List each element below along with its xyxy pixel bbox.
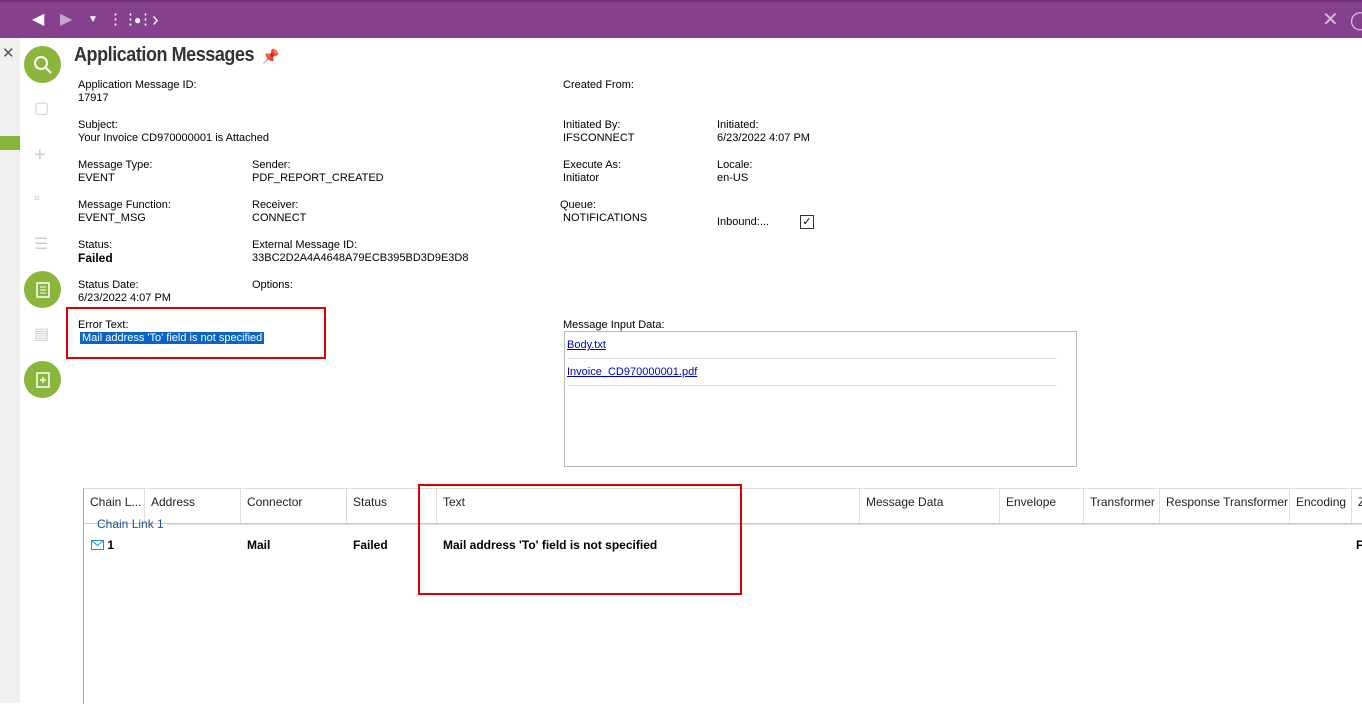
message-function-value: EVENT_MSG	[78, 212, 146, 224]
column-header[interactable]: Connector	[241, 489, 347, 523]
attachment-icon[interactable]: ▤	[34, 324, 49, 344]
connector-cell: Mail	[247, 538, 271, 552]
document-list-icon	[35, 281, 50, 298]
initiated-by-label: Initiated By:	[563, 119, 621, 131]
page-title: Application Messages	[74, 44, 255, 66]
table-row[interactable]: 1	[91, 538, 114, 552]
chevron-right-icon[interactable]: ›	[152, 2, 159, 38]
message-input-list: Body.txt Invoice_CD970000001.pdf	[564, 331, 1077, 467]
close-panel-icon[interactable]: ✕	[2, 44, 15, 62]
execute-as-label: Execute As:	[563, 159, 622, 171]
message-type-label: Message Type:	[78, 159, 153, 171]
add-document-icon	[35, 371, 50, 388]
status-cell: Failed	[353, 538, 388, 552]
arrow-left-icon[interactable]: ◀	[32, 2, 44, 38]
message-input-label: Message Input Data:	[563, 319, 665, 331]
group-label[interactable]: Chain Link 1	[97, 517, 164, 531]
receiver-value: CONNECT	[252, 212, 307, 224]
subject-label: Subject:	[78, 119, 118, 131]
app-msg-id-value: 17917	[78, 92, 109, 104]
list-icon[interactable]: ☰	[34, 234, 48, 254]
search-icon	[33, 55, 52, 74]
status-date-value: 6/23/2022 4:07 PM	[78, 292, 171, 304]
check-icon: ✓	[802, 216, 812, 228]
message-function-label: Message Function:	[78, 199, 171, 211]
sender-label: Sender:	[252, 159, 291, 171]
column-header[interactable]: Envelope	[1000, 489, 1084, 523]
delete-icon[interactable]: ▫	[34, 190, 40, 208]
initiated-label: Initiated:	[717, 119, 759, 131]
file-row[interactable]: Invoice_CD970000001.pdf	[567, 359, 1057, 386]
execute-as-value: Initiator	[563, 172, 600, 184]
arrow-right-icon[interactable]: ▶	[60, 2, 72, 38]
strip-indicator	[0, 136, 20, 150]
queue-label: Queue:	[560, 199, 597, 211]
group-divider	[167, 524, 1362, 525]
status-date-label: Status Date:	[78, 279, 139, 291]
queue-value: NOTIFICATIONS	[563, 212, 648, 224]
column-header[interactable]: Response Transformer	[1160, 489, 1290, 523]
initiated-by-value: IFSCONNECT	[563, 132, 635, 144]
column-header[interactable]: Transformer	[1084, 489, 1160, 523]
file-row[interactable]: Body.txt	[567, 332, 1057, 359]
grid-icon[interactable]: ⋮⋮⋮	[108, 2, 153, 38]
options-label: Options:	[252, 279, 293, 291]
app-msg-id-label: Application Message ID:	[78, 79, 197, 91]
highlight-box-error	[66, 307, 326, 359]
external-msg-id-label: External Message ID:	[252, 239, 358, 251]
file-link[interactable]: Body.txt	[567, 339, 606, 351]
external-msg-id-value: 33BC2D2A4A4648A79ECB395BD3D9E3D8	[252, 252, 469, 264]
inbound-checkbox[interactable]: ✓	[800, 215, 814, 229]
chain-link-cell: 1	[107, 538, 115, 552]
pin-icon[interactable]: 📌	[262, 48, 279, 65]
dot-icon[interactable]: ●	[134, 2, 141, 38]
sender-value: PDF_REPORT_CREATED	[252, 172, 384, 184]
highlight-box-text	[418, 484, 742, 595]
caret-down-icon[interactable]: ▼	[88, 2, 98, 38]
details-button[interactable]	[24, 271, 61, 308]
message-type-value: EVENT	[78, 172, 115, 184]
column-header[interactable]: Message Data	[860, 489, 1000, 523]
trailing-cell: F	[1356, 538, 1362, 552]
subject-value: Your Invoice CD970000001 is Attached	[78, 132, 270, 144]
new-button[interactable]	[24, 361, 61, 398]
add-icon[interactable]: +	[34, 144, 46, 167]
top-navigation-bar: ◀ ▶ ▼ ⋮⋮⋮ ● › ✕ ◯	[0, 0, 1362, 38]
mail-icon	[91, 540, 104, 550]
inbound-label: Inbound:...	[717, 216, 769, 228]
file-link[interactable]: Invoice_CD970000001.pdf	[567, 366, 697, 378]
form-icon[interactable]: ▢	[34, 98, 49, 118]
search-button[interactable]	[24, 46, 61, 83]
receiver-label: Receiver:	[252, 199, 299, 211]
search-partial-icon[interactable]: ◯	[1350, 2, 1362, 38]
created-from-label: Created From:	[563, 79, 634, 91]
initiated-value: 6/23/2022 4:07 PM	[717, 132, 810, 144]
status-label: Status:	[78, 239, 113, 251]
column-header[interactable]: Encoding	[1290, 489, 1352, 523]
close-icon[interactable]: ✕	[1322, 2, 1339, 38]
column-header[interactable]: Z	[1352, 489, 1362, 523]
locale-value: en-US	[717, 172, 749, 184]
status-value: Failed	[78, 251, 113, 265]
locale-label: Locale:	[717, 159, 753, 171]
